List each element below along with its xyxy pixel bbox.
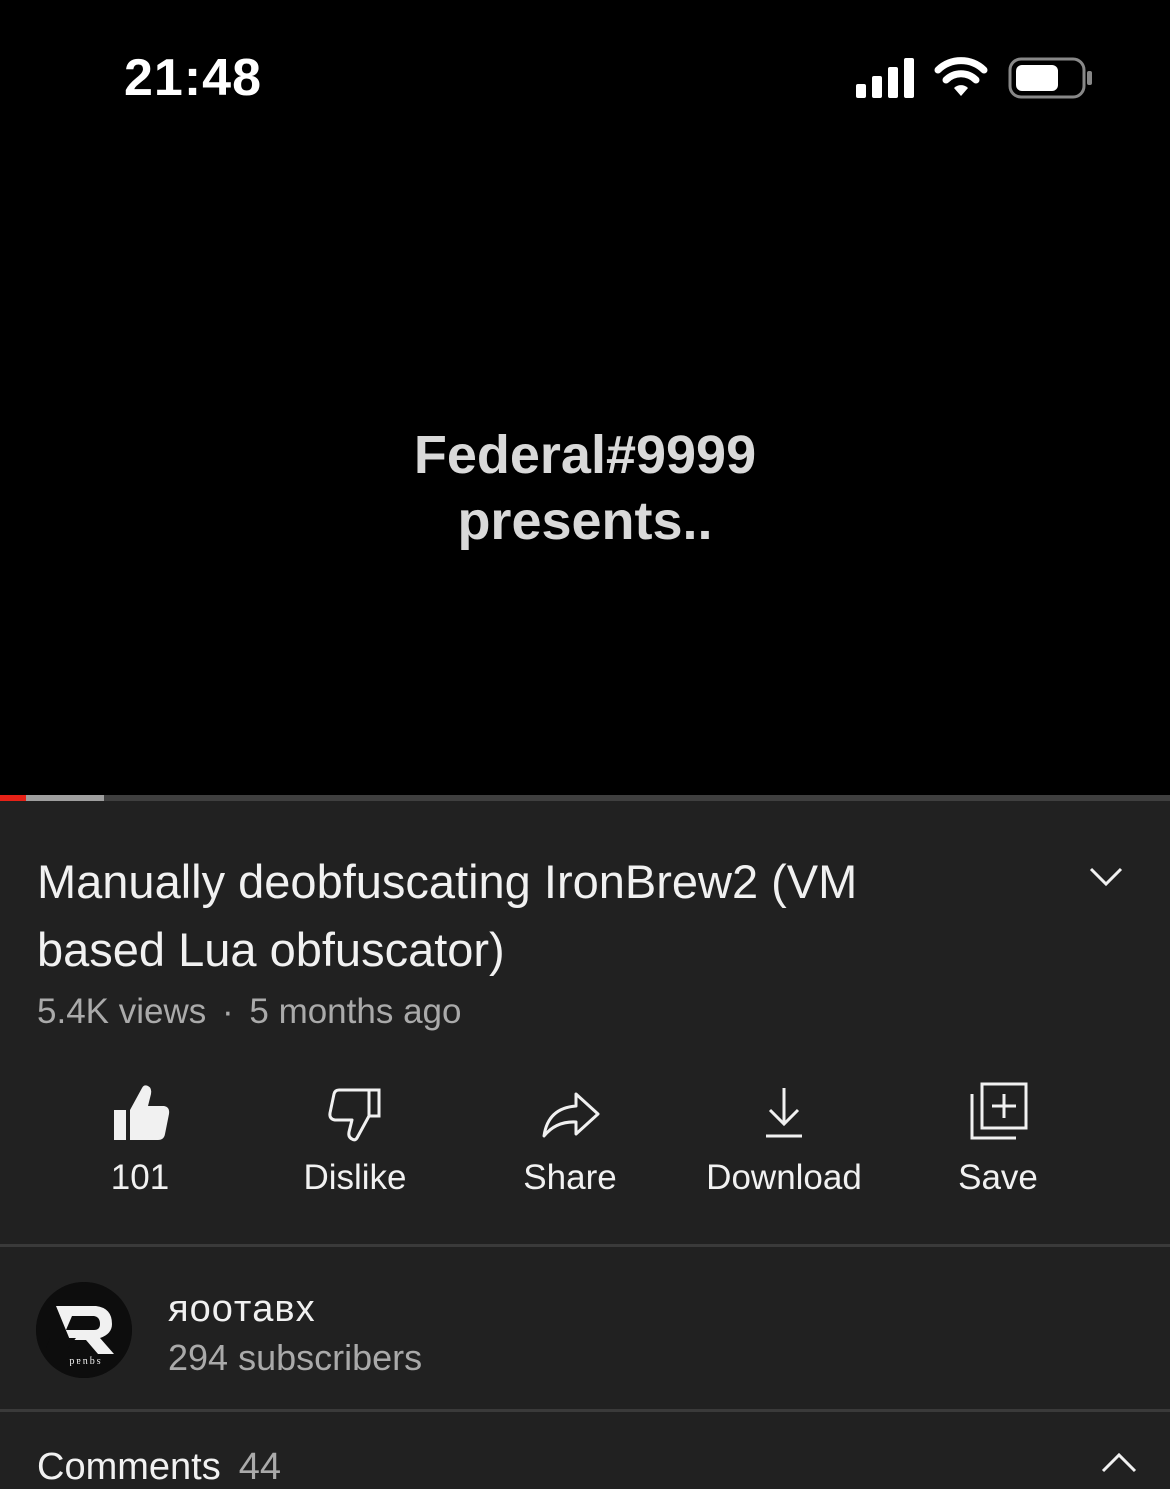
divider	[0, 1244, 1170, 1247]
dislike-button[interactable]: Dislike	[255, 1080, 455, 1198]
comments-header[interactable]: Comments 44	[37, 1446, 281, 1489]
channel-avatar[interactable]: squad	[36, 1282, 132, 1378]
meta-separator: ·	[221, 992, 234, 1031]
channel-name[interactable]: яooтaвx	[168, 1288, 316, 1331]
chevron-down-icon[interactable]	[1088, 862, 1124, 890]
cellular-signal-icon	[856, 58, 914, 98]
upload-age: 5 months ago	[249, 992, 462, 1031]
action-bar: 101 Dislike Share Download Save	[0, 1080, 1170, 1210]
comments-label: Comments	[37, 1446, 221, 1488]
status-bar: 21:48	[0, 0, 1170, 160]
save-button[interactable]: Save	[898, 1080, 1098, 1198]
video-overlay-text-line2: presents..	[457, 491, 713, 551]
video-player[interactable]: 21:48 Federal#9999 presents..	[0, 0, 1170, 796]
status-time: 21:48	[124, 49, 262, 107]
channel-logo-text: squad	[67, 1356, 100, 1367]
download-button[interactable]: Download	[684, 1080, 884, 1198]
like-button[interactable]: 101	[40, 1080, 240, 1198]
dislike-label: Dislike	[303, 1158, 407, 1197]
comments-count: 44	[238, 1446, 281, 1488]
chevron-up-icon[interactable]	[1100, 1450, 1138, 1474]
view-count: 5.4K views	[37, 992, 207, 1031]
download-icon	[766, 1088, 802, 1138]
video-progress-bar[interactable]	[0, 795, 1170, 801]
video-title[interactable]: Manually deobfuscating IronBrew2 (VM bas…	[37, 848, 937, 984]
thumbs-down-icon	[328, 1088, 381, 1142]
divider	[0, 1409, 1170, 1412]
battery-icon	[1008, 57, 1092, 99]
subscriber-count: 294 subscribers	[168, 1337, 423, 1378]
video-meta: 5.4K views · 5 months ago	[37, 992, 461, 1032]
share-arrow-icon	[542, 1092, 600, 1138]
channel-logo-icon: squad	[36, 1282, 132, 1378]
download-label: Download	[706, 1158, 862, 1197]
share-label: Share	[523, 1158, 617, 1197]
thumbs-up-filled-icon	[114, 1085, 170, 1140]
progress-played	[0, 795, 26, 801]
add-to-playlist-icon	[970, 1082, 1028, 1140]
video-overlay-text-line1: Federal#9999	[413, 425, 757, 485]
like-count: 101	[110, 1158, 170, 1197]
save-label: Save	[958, 1158, 1038, 1197]
wifi-icon	[934, 57, 988, 96]
share-button[interactable]: Share	[470, 1080, 670, 1198]
